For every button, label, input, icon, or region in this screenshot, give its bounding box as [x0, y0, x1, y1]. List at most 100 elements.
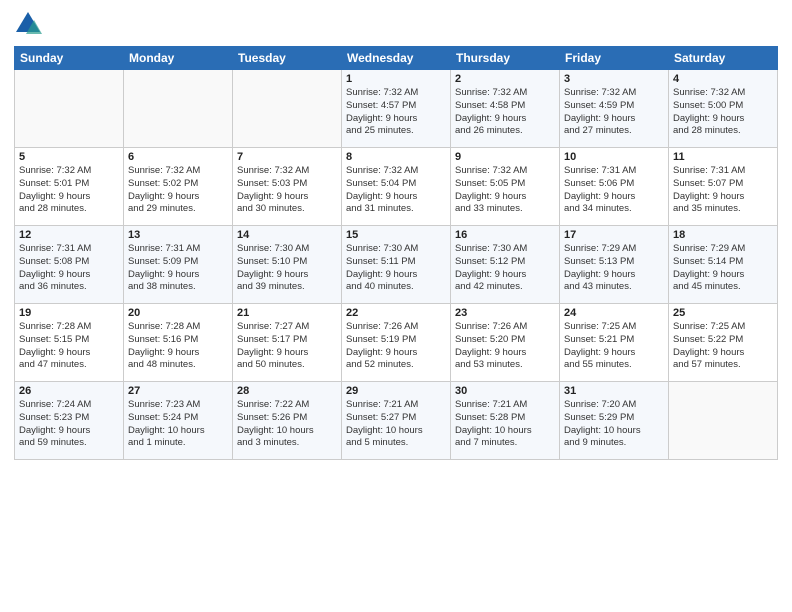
- calendar-cell: 31Sunrise: 7:20 AMSunset: 5:29 PMDayligh…: [560, 382, 669, 460]
- weekday-header-sunday: Sunday: [15, 47, 124, 70]
- day-number: 1: [346, 73, 446, 85]
- day-number: 3: [564, 73, 664, 85]
- cell-info: and 59 minutes.: [19, 437, 119, 450]
- day-number: 12: [19, 229, 119, 241]
- cell-info: Daylight: 10 hours: [237, 425, 337, 438]
- cell-info: Sunrise: 7:24 AM: [19, 399, 119, 412]
- calendar-cell: 9Sunrise: 7:32 AMSunset: 5:05 PMDaylight…: [451, 148, 560, 226]
- cell-info: Sunset: 5:28 PM: [455, 412, 555, 425]
- day-number: 6: [128, 151, 228, 163]
- calendar-week-3: 12Sunrise: 7:31 AMSunset: 5:08 PMDayligh…: [15, 226, 778, 304]
- cell-info: and 38 minutes.: [128, 281, 228, 294]
- cell-info: Daylight: 9 hours: [673, 191, 773, 204]
- cell-info: Sunrise: 7:25 AM: [564, 321, 664, 334]
- cell-info: Sunrise: 7:31 AM: [564, 165, 664, 178]
- calendar-cell: 6Sunrise: 7:32 AMSunset: 5:02 PMDaylight…: [124, 148, 233, 226]
- cell-info: Sunrise: 7:22 AM: [237, 399, 337, 412]
- cell-info: Sunrise: 7:29 AM: [564, 243, 664, 256]
- weekday-header-friday: Friday: [560, 47, 669, 70]
- day-number: 31: [564, 385, 664, 397]
- day-number: 14: [237, 229, 337, 241]
- cell-info: Daylight: 9 hours: [128, 269, 228, 282]
- day-number: 15: [346, 229, 446, 241]
- cell-info: Daylight: 9 hours: [19, 269, 119, 282]
- cell-info: Sunset: 5:07 PM: [673, 178, 773, 191]
- calendar-cell: 23Sunrise: 7:26 AMSunset: 5:20 PMDayligh…: [451, 304, 560, 382]
- cell-info: Sunrise: 7:32 AM: [564, 87, 664, 100]
- cell-info: Sunset: 5:22 PM: [673, 334, 773, 347]
- cell-info: Sunset: 5:12 PM: [455, 256, 555, 269]
- cell-info: and 43 minutes.: [564, 281, 664, 294]
- day-number: 19: [19, 307, 119, 319]
- cell-info: and 35 minutes.: [673, 203, 773, 216]
- cell-info: and 42 minutes.: [455, 281, 555, 294]
- cell-info: Sunset: 5:19 PM: [346, 334, 446, 347]
- cell-info: Sunset: 5:20 PM: [455, 334, 555, 347]
- cell-info: Sunset: 5:09 PM: [128, 256, 228, 269]
- cell-info: Sunset: 5:08 PM: [19, 256, 119, 269]
- calendar-cell: 19Sunrise: 7:28 AMSunset: 5:15 PMDayligh…: [15, 304, 124, 382]
- weekday-header-thursday: Thursday: [451, 47, 560, 70]
- cell-info: Sunset: 5:14 PM: [673, 256, 773, 269]
- cell-info: and 29 minutes.: [128, 203, 228, 216]
- calendar-cell: [233, 70, 342, 148]
- cell-info: and 45 minutes.: [673, 281, 773, 294]
- cell-info: Sunrise: 7:32 AM: [346, 87, 446, 100]
- day-number: 7: [237, 151, 337, 163]
- calendar-cell: 10Sunrise: 7:31 AMSunset: 5:06 PMDayligh…: [560, 148, 669, 226]
- cell-info: Daylight: 9 hours: [455, 269, 555, 282]
- cell-info: Sunrise: 7:25 AM: [673, 321, 773, 334]
- cell-info: and 31 minutes.: [346, 203, 446, 216]
- day-number: 5: [19, 151, 119, 163]
- cell-info: and 48 minutes.: [128, 359, 228, 372]
- cell-info: Sunset: 5:29 PM: [564, 412, 664, 425]
- cell-info: and 47 minutes.: [19, 359, 119, 372]
- cell-info: Daylight: 9 hours: [673, 269, 773, 282]
- calendar-cell: 2Sunrise: 7:32 AMSunset: 4:58 PMDaylight…: [451, 70, 560, 148]
- day-number: 27: [128, 385, 228, 397]
- cell-info: Daylight: 9 hours: [673, 347, 773, 360]
- cell-info: Sunset: 4:57 PM: [346, 100, 446, 113]
- cell-info: Sunset: 5:02 PM: [128, 178, 228, 191]
- cell-info: Daylight: 9 hours: [237, 269, 337, 282]
- cell-info: and 55 minutes.: [564, 359, 664, 372]
- cell-info: Sunrise: 7:30 AM: [237, 243, 337, 256]
- day-number: 2: [455, 73, 555, 85]
- cell-info: Daylight: 9 hours: [455, 191, 555, 204]
- cell-info: and 52 minutes.: [346, 359, 446, 372]
- cell-info: Sunset: 5:04 PM: [346, 178, 446, 191]
- cell-info: Sunset: 5:24 PM: [128, 412, 228, 425]
- cell-info: and 5 minutes.: [346, 437, 446, 450]
- day-number: 11: [673, 151, 773, 163]
- cell-info: and 1 minute.: [128, 437, 228, 450]
- cell-info: Daylight: 9 hours: [19, 425, 119, 438]
- day-number: 29: [346, 385, 446, 397]
- cell-info: and 50 minutes.: [237, 359, 337, 372]
- cell-info: and 3 minutes.: [237, 437, 337, 450]
- cell-info: Daylight: 9 hours: [346, 191, 446, 204]
- calendar-cell: 8Sunrise: 7:32 AMSunset: 5:04 PMDaylight…: [342, 148, 451, 226]
- calendar-cell: [15, 70, 124, 148]
- cell-info: Sunset: 5:26 PM: [237, 412, 337, 425]
- day-number: 4: [673, 73, 773, 85]
- day-number: 24: [564, 307, 664, 319]
- cell-info: Sunset: 5:17 PM: [237, 334, 337, 347]
- cell-info: and 33 minutes.: [455, 203, 555, 216]
- calendar-cell: 12Sunrise: 7:31 AMSunset: 5:08 PMDayligh…: [15, 226, 124, 304]
- cell-info: Sunset: 5:06 PM: [564, 178, 664, 191]
- cell-info: Sunset: 5:23 PM: [19, 412, 119, 425]
- cell-info: Daylight: 9 hours: [455, 347, 555, 360]
- cell-info: Sunset: 5:21 PM: [564, 334, 664, 347]
- calendar-cell: 7Sunrise: 7:32 AMSunset: 5:03 PMDaylight…: [233, 148, 342, 226]
- cell-info: Sunrise: 7:31 AM: [673, 165, 773, 178]
- cell-info: Daylight: 9 hours: [564, 347, 664, 360]
- cell-info: Sunrise: 7:21 AM: [455, 399, 555, 412]
- cell-info: Sunrise: 7:32 AM: [128, 165, 228, 178]
- cell-info: Sunrise: 7:26 AM: [455, 321, 555, 334]
- calendar-cell: 25Sunrise: 7:25 AMSunset: 5:22 PMDayligh…: [669, 304, 778, 382]
- day-number: 13: [128, 229, 228, 241]
- cell-info: and 25 minutes.: [346, 125, 446, 138]
- cell-info: and 36 minutes.: [19, 281, 119, 294]
- day-number: 26: [19, 385, 119, 397]
- calendar-cell: 26 Sunrise: 7:24 AMSunset: 5:23 PMDayligh…: [15, 382, 124, 460]
